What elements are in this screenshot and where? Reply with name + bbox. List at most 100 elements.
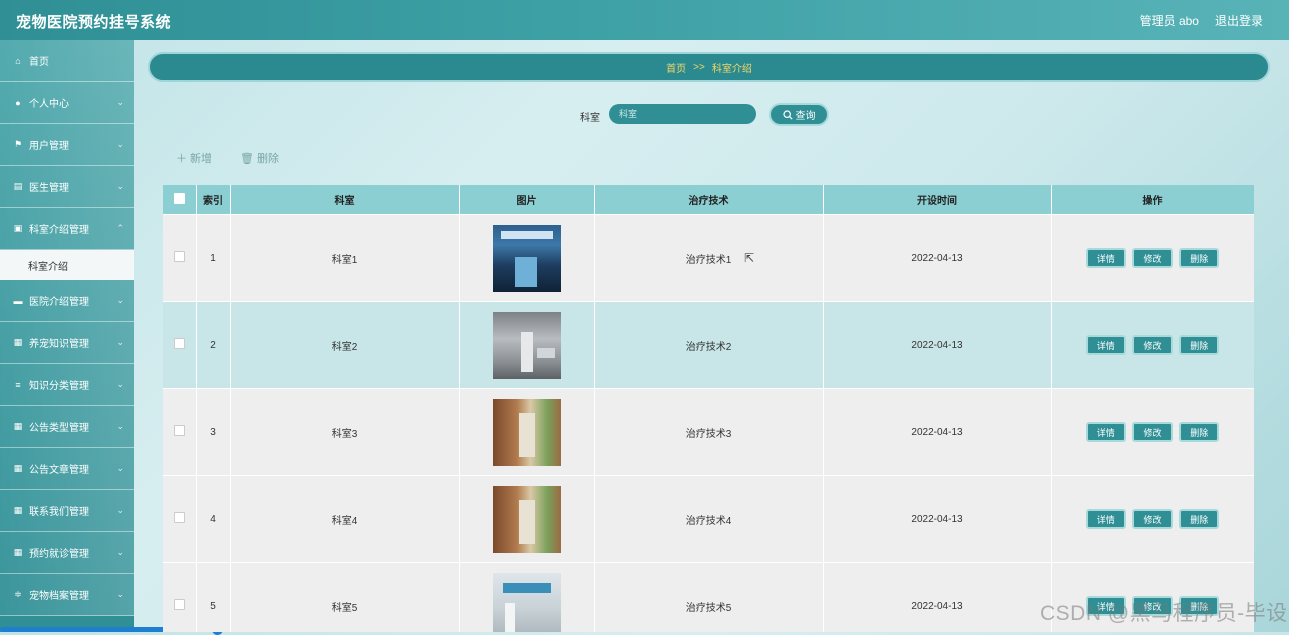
sidebar: ⌂ 首页 ● 个人中心 ⌄ ⚑ 用户管理 ⌄ ▤ 医生管理 ⌄ ▣ 科室介绍管理…: [0, 40, 134, 632]
row-index: 3: [196, 388, 231, 476]
search-label: 科室: [580, 113, 600, 124]
edit-button[interactable]: 修改: [1132, 509, 1173, 529]
edit-button[interactable]: 修改: [1132, 335, 1173, 355]
user-label: 管理员 abo: [1139, 14, 1199, 28]
user-area: 管理员 abo 退出登录: [1140, 12, 1263, 29]
sidebar-item-label: 预约就诊管理: [29, 549, 89, 560]
sidebar-item-notice-article[interactable]: ▦ 公告文章管理 ⌄: [0, 448, 134, 490]
detail-button[interactable]: 详情: [1085, 335, 1126, 355]
table-row: 3 科室3 治疗技术3 2022-04-13 详情 修改 删除: [163, 388, 1254, 476]
breadcrumb-home[interactable]: 首页: [666, 60, 686, 75]
edit-button[interactable]: 修改: [1132, 422, 1173, 442]
sliders-icon: ≑: [14, 589, 22, 599]
detail-button[interactable]: 详情: [1085, 248, 1126, 268]
search-icon: [782, 109, 793, 120]
bulk-delete-label: 删除: [256, 153, 279, 165]
row-ops: 详情 修改 删除: [1051, 301, 1254, 389]
sidebar-item-label: 医生管理: [29, 183, 69, 194]
chevron-down-icon: ⌄: [116, 295, 124, 305]
department-photo: [492, 311, 561, 379]
clipboard-icon: ▣: [13, 223, 23, 233]
sidebar-item-appointments[interactable]: ▦ 预约就诊管理 ⌄: [0, 532, 134, 574]
sidebar-item-home[interactable]: ⌂ 首页: [0, 40, 134, 82]
chevron-down-icon: ⌄: [116, 505, 124, 515]
sidebar-item-knowledge-category[interactable]: ≡ 知识分类管理 ⌄: [0, 364, 134, 406]
department-photo: [492, 224, 561, 292]
grid-icon: ▦: [13, 505, 23, 515]
sidebar-subitem-department-intro[interactable]: 科室介绍: [0, 250, 134, 280]
breadcrumb-current: 科室介绍: [711, 63, 752, 75]
sidebar-item-hospital[interactable]: ▬ 医院介绍管理 ⌄: [0, 280, 134, 322]
sidebar-item-pet-records[interactable]: ≑ 宠物档案管理 ⌄: [0, 574, 134, 616]
sidebar-item-label: 公告文章管理: [29, 465, 89, 476]
sidebar-item-profile[interactable]: ● 个人中心 ⌄: [0, 82, 134, 124]
row-tech: 治疗技术2: [594, 301, 824, 389]
sidebar-item-label: 科室介绍管理: [29, 225, 89, 236]
sidebar-item-doctors[interactable]: ▤ 医生管理 ⌄: [0, 166, 134, 208]
row-dept: 科室4: [230, 475, 460, 563]
sidebar-item-contact[interactable]: ▦ 联系我们管理 ⌄: [0, 490, 134, 532]
row-dept: 科室3: [230, 388, 460, 476]
row-time: 2022-04-13: [823, 214, 1052, 302]
list-icon: ≡: [15, 379, 21, 390]
edit-button[interactable]: 修改: [1132, 248, 1173, 268]
sidebar-item-label: 医院介绍管理: [29, 297, 89, 308]
sidebar-item-notice-type[interactable]: ▦ 公告类型管理 ⌄: [0, 406, 134, 448]
user-icon: ●: [15, 97, 21, 108]
table-row: 2 科室2 治疗技术2 2022-04-13 详情 修改 删除: [163, 301, 1254, 389]
grid-icon: ▦: [13, 421, 23, 431]
row-checkbox[interactable]: [173, 599, 185, 610]
chevron-down-icon: ⌄: [116, 379, 124, 389]
mouse-cursor-icon: ⇱: [744, 251, 755, 265]
chevron-down-icon: ⌄: [116, 97, 124, 107]
row-index: 4: [196, 475, 231, 563]
select-all-checkbox[interactable]: [173, 192, 185, 204]
select-all-cell[interactable]: [163, 185, 197, 215]
plus-icon: ＋: [176, 153, 187, 165]
home-icon: ⌂: [15, 55, 21, 66]
row-checkbox[interactable]: [173, 338, 185, 349]
chevron-down-icon: ⌄: [116, 463, 124, 473]
sidebar-item-label: 个人中心: [29, 99, 69, 110]
row-ops: 详情 修改 删除: [1051, 388, 1254, 476]
flag-icon: ⚑: [13, 139, 23, 149]
department-photo: [492, 485, 561, 553]
chevron-down-icon: ⌄: [116, 337, 124, 347]
delete-button[interactable]: 删除: [1179, 335, 1220, 355]
logout-link[interactable]: 退出登录: [1215, 12, 1263, 29]
sidebar-item-knowledge[interactable]: ▦ 养宠知识管理 ⌄: [0, 322, 134, 364]
chevron-down-icon: ⌄: [116, 547, 124, 557]
bulk-delete-button[interactable]: 🗑 删除: [240, 150, 279, 166]
breadcrumb: 首页 >> 科室介绍: [148, 52, 1270, 82]
detail-button[interactable]: 详情: [1085, 422, 1126, 442]
sidebar-item-departments[interactable]: ▣ 科室介绍管理 ⌃: [0, 208, 134, 250]
search-button-label: 查询: [795, 111, 816, 122]
row-checkbox[interactable]: [173, 512, 185, 523]
delete-button[interactable]: 删除: [1179, 248, 1220, 268]
row-tech: 治疗技术4: [594, 475, 824, 563]
row-dept: 科室5: [230, 562, 460, 632]
add-button-label: 新增: [190, 153, 212, 165]
sidebar-item-users[interactable]: ⚑ 用户管理 ⌄: [0, 124, 134, 166]
row-index: 5: [196, 562, 231, 632]
delete-button[interactable]: 删除: [1179, 509, 1220, 529]
row-checkbox[interactable]: [173, 425, 185, 436]
col-header-dept: 科室: [230, 185, 460, 215]
department-table: 索引 科室 图片 治疗技术 开设时间 操作 1 科室1 治疗技术1 2022-0…: [163, 185, 1254, 632]
row-checkbox[interactable]: [173, 251, 185, 262]
detail-button[interactable]: 详情: [1085, 509, 1126, 529]
add-button[interactable]: ＋ 新增: [176, 150, 212, 166]
grid-icon: ▦: [13, 547, 23, 557]
col-header-ops: 操作: [1051, 185, 1254, 215]
search-button[interactable]: 查询: [769, 103, 829, 126]
sidebar-item-label: 首页: [29, 57, 49, 68]
row-time: 2022-04-13: [823, 475, 1052, 563]
chevron-up-icon: ⌃: [116, 223, 124, 233]
row-time: 2022-04-13: [823, 301, 1052, 389]
app-title: 宠物医院预约挂号系统: [16, 14, 172, 31]
row-tech: 治疗技术3: [594, 388, 824, 476]
col-header-tech: 治疗技术: [594, 185, 824, 215]
delete-button[interactable]: 删除: [1179, 422, 1220, 442]
breadcrumb-separator: >>: [693, 61, 705, 73]
search-input[interactable]: [609, 104, 756, 124]
